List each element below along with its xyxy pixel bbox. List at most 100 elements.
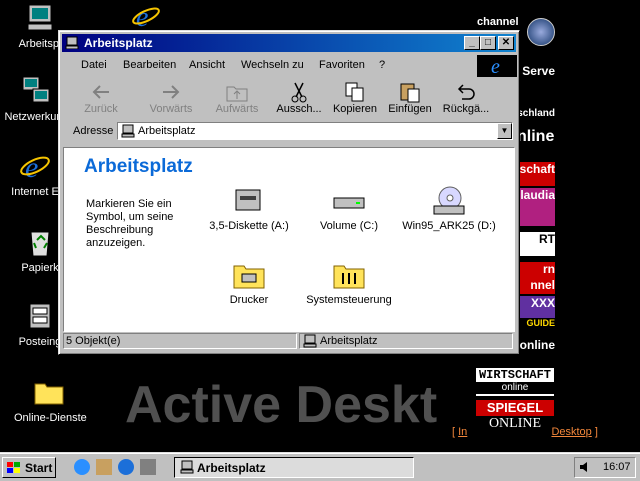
status-bar: 5 Objekt(e) Arbeitsplatz: [63, 333, 515, 350]
folder-icon: [33, 376, 65, 408]
toolbar: Zurück Vorwärts Aufwärts Aussch... Kopie…: [65, 79, 515, 119]
content-title: Arbeitsplatz: [84, 156, 193, 177]
toolbar-label: Vorwärts: [149, 103, 193, 115]
toolbar-label: Kopieren: [332, 103, 378, 115]
system-tray: 16:07: [574, 457, 636, 478]
computer-icon: [179, 460, 195, 477]
address-value: Arbeitsplatz: [138, 125, 196, 137]
forward-arrow-icon: [159, 81, 183, 103]
cut-button[interactable]: Aussch...: [271, 79, 327, 117]
toolbar-label: Einfügen: [388, 103, 432, 115]
channel-item[interactable]: Serve: [517, 64, 555, 88]
wirtschaft-title: WIRTSCHAFT: [478, 368, 551, 382]
channel-item[interactable]: XXX: [517, 296, 555, 320]
address-label: Adresse: [73, 125, 114, 137]
paste-button[interactable]: Einfügen: [383, 79, 437, 117]
maximize-button[interactable]: □: [480, 36, 496, 50]
content-pane: Arbeitsplatz Markieren Sie ein Symbol, u…: [63, 147, 515, 332]
back-button[interactable]: Zurück: [75, 79, 127, 117]
minimize-button[interactable]: _: [464, 36, 480, 50]
channel-bar-title: channel: [477, 16, 519, 28]
item-printers[interactable]: Drucker: [199, 260, 299, 306]
explorer-window: Arbeitsplatz _ □ ✕ Datei Bearbeiten Ansi…: [58, 30, 520, 355]
item-label: Drucker: [229, 294, 269, 306]
active-desktop-watermark: Active Deskt: [125, 376, 438, 434]
undo-icon: [454, 81, 478, 103]
item-label: Win95_ARK25 (D:): [402, 220, 496, 232]
taskbar-button-label: Arbeitsplatz: [197, 461, 266, 475]
item-control-panel[interactable]: Systemsteuerung: [299, 260, 399, 306]
quicklaunch-ie-icon[interactable]: [74, 459, 90, 475]
control-panel-folder-icon: [332, 260, 366, 290]
status-count: 5 Objekt(e): [63, 333, 297, 349]
channel-item[interactable]: online: [517, 338, 555, 356]
address-input[interactable]: Arbeitsplatz ▼: [117, 122, 513, 140]
ie-logo-icon: e: [477, 55, 517, 78]
computer-icon: [65, 36, 79, 50]
channel-item[interactable]: schaft: [517, 162, 555, 186]
channel-item[interactable]: nnel: [517, 278, 555, 294]
channel-item[interactable]: laudia: [517, 188, 555, 226]
channel-item[interactable]: nline-: [517, 128, 555, 152]
item-floppy[interactable]: 3,5-Diskette (A:): [199, 186, 299, 232]
desktop-icon-online-services[interactable]: Online-Dienste: [14, 376, 87, 424]
undo-button[interactable]: Rückgä...: [437, 79, 495, 117]
status-location-text: Arbeitsplatz: [320, 335, 378, 347]
title-bar[interactable]: Arbeitsplatz _ □ ✕: [62, 34, 516, 52]
folder-up-icon: [225, 81, 249, 103]
start-label: Start: [25, 461, 53, 475]
forward-button[interactable]: Vorwärts: [141, 79, 201, 117]
channel-logo-icon[interactable]: [527, 18, 555, 46]
quicklaunch-channels-icon[interactable]: [140, 459, 156, 475]
wirtschaft-online-channel[interactable]: WIRTSCHAFT online: [476, 368, 554, 396]
copy-button[interactable]: Kopieren: [327, 79, 383, 117]
status-location: Arbeitsplatz: [299, 333, 513, 349]
item-label: Volume (C:): [319, 220, 379, 232]
back-arrow-icon: [89, 81, 113, 103]
taskbar-button-arbeitsplatz[interactable]: Arbeitsplatz: [174, 457, 414, 478]
window-title: Arbeitsplatz: [84, 36, 153, 50]
wirtschaft-sub: online: [476, 382, 554, 394]
channel-item[interactable]: RT: [517, 232, 555, 256]
desktop-icon-label: Online-Dienste: [14, 412, 87, 424]
network-icon: [19, 75, 51, 107]
toolbar-label: Zurück: [84, 103, 118, 115]
toolbar-label: Aussch...: [276, 103, 322, 115]
quicklaunch-outlook-icon[interactable]: [96, 459, 112, 475]
svg-text:e: e: [25, 151, 38, 182]
paste-icon: [398, 81, 422, 103]
menu-datei[interactable]: Datei: [81, 59, 107, 71]
inbox-icon: [24, 300, 56, 332]
link-in[interactable]: In: [458, 426, 467, 438]
windows-logo-icon: [6, 461, 22, 478]
up-button[interactable]: Aufwärts: [209, 79, 265, 117]
link-desktop[interactable]: Desktop: [551, 426, 591, 438]
clock[interactable]: 16:07: [603, 461, 631, 473]
computer-icon: [120, 124, 136, 141]
scissors-icon: [287, 81, 311, 103]
toolbar-label: Rückgä...: [442, 103, 490, 115]
close-button[interactable]: ✕: [498, 36, 514, 50]
svg-text:e: e: [491, 56, 500, 77]
item-volume-c[interactable]: Volume (C:): [299, 186, 399, 232]
menu-ansicht[interactable]: Ansicht: [189, 59, 225, 71]
menu-help[interactable]: ?: [379, 59, 385, 71]
start-button[interactable]: Start: [2, 457, 56, 478]
printer-folder-icon: [232, 260, 266, 290]
menu-bar: Datei Bearbeiten Ansicht Wechseln zu Fav…: [65, 55, 517, 78]
quicklaunch-desktop-icon[interactable]: [118, 459, 134, 475]
menu-bearbeiten[interactable]: Bearbeiten: [123, 59, 176, 71]
cd-drive-icon: [432, 186, 466, 216]
spiegel-title: SPIEGEL: [476, 400, 554, 416]
speaker-icon[interactable]: [578, 460, 592, 477]
channel-item[interactable]: GUIDE: [517, 318, 555, 330]
computer-icon: [302, 334, 318, 352]
item-cdrom-d[interactable]: Win95_ARK25 (D:): [394, 186, 504, 232]
menu-wechseln-zu[interactable]: Wechseln zu: [241, 59, 304, 71]
toolbar-label: Aufwärts: [215, 103, 259, 115]
address-bar: Adresse Arbeitsplatz ▼: [65, 121, 513, 143]
menu-favoriten[interactable]: Favoriten: [319, 59, 365, 71]
floppy-drive-icon: [232, 186, 266, 216]
internet-explorer-icon: e: [19, 150, 51, 184]
address-dropdown-button[interactable]: ▼: [497, 123, 512, 139]
